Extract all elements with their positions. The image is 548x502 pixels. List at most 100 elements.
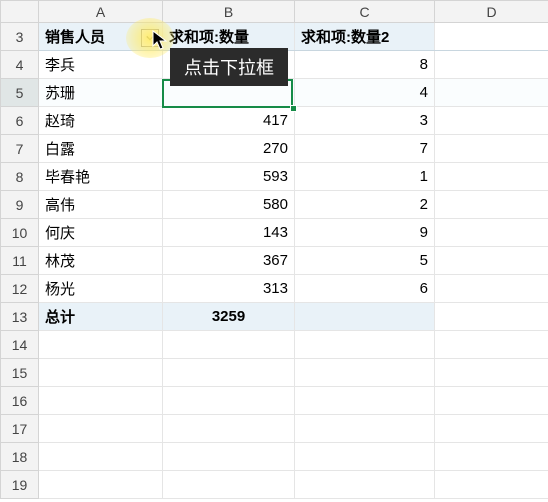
cell[interactable] <box>295 359 435 387</box>
corner-cell[interactable] <box>1 1 39 23</box>
cell-name[interactable]: 毕春艳 <box>39 163 163 191</box>
total-qty[interactable]: 3259 <box>163 303 295 331</box>
cell[interactable] <box>163 359 295 387</box>
cell[interactable] <box>39 359 163 387</box>
cell[interactable] <box>163 387 295 415</box>
cell[interactable] <box>435 247 548 275</box>
cell[interactable] <box>435 135 548 163</box>
cell-qty2[interactable]: 4 <box>295 79 435 107</box>
row-header[interactable]: 7 <box>1 135 39 163</box>
cell[interactable] <box>163 415 295 443</box>
table-row: 6 赵琦 417 3 <box>1 107 548 135</box>
cell[interactable] <box>295 415 435 443</box>
cell[interactable] <box>435 443 548 471</box>
cell-name[interactable]: 何庆 <box>39 219 163 247</box>
cell-name[interactable]: 李兵 <box>39 51 163 79</box>
cell-qty[interactable]: 580 <box>163 191 295 219</box>
table-row: 19 <box>1 471 548 499</box>
fill-handle[interactable] <box>290 105 297 112</box>
cell[interactable] <box>163 443 295 471</box>
row-header[interactable]: 4 <box>1 51 39 79</box>
cell-name[interactable]: 林茂 <box>39 247 163 275</box>
cell[interactable] <box>39 415 163 443</box>
cell-qty[interactable]: 143 <box>163 219 295 247</box>
row-header[interactable]: 15 <box>1 359 39 387</box>
col-header-d[interactable]: D <box>435 1 548 23</box>
cell-qty[interactable]: 593 <box>163 163 295 191</box>
total-qty2[interactable] <box>295 303 435 331</box>
row-header[interactable]: 6 <box>1 107 39 135</box>
row-header[interactable]: 5 <box>1 79 39 107</box>
row-header[interactable]: 3 <box>1 23 39 51</box>
cell[interactable] <box>435 79 548 107</box>
cell-name[interactable]: 杨光 <box>39 275 163 303</box>
cell-qty2[interactable]: 1 <box>295 163 435 191</box>
table-row: 11 林茂 367 5 <box>1 247 548 275</box>
cell[interactable] <box>39 471 163 499</box>
table-row: 10 何庆 143 9 <box>1 219 548 247</box>
table-row: 16 <box>1 387 548 415</box>
table-row: 15 <box>1 359 548 387</box>
cell-name[interactable]: 高伟 <box>39 191 163 219</box>
filter-dropdown-button[interactable] <box>141 29 159 47</box>
col-header-b[interactable]: B <box>163 1 295 23</box>
cell[interactable] <box>435 163 548 191</box>
col-header-c[interactable]: C <box>295 1 435 23</box>
total-label[interactable]: 总计 <box>39 303 163 331</box>
cell-qty[interactable]: 417 <box>163 107 295 135</box>
cell-qty[interactable]: 270 <box>163 135 295 163</box>
row-header[interactable]: 18 <box>1 443 39 471</box>
header-sum-qty[interactable]: 求和项:数量 <box>163 23 295 51</box>
table-row: 8 毕春艳 593 1 <box>1 163 548 191</box>
row-header[interactable]: 9 <box>1 191 39 219</box>
cell[interactable] <box>295 443 435 471</box>
cell[interactable] <box>435 51 548 79</box>
col-header-a[interactable]: A <box>39 1 163 23</box>
cell[interactable] <box>435 387 548 415</box>
row-header[interactable]: 14 <box>1 331 39 359</box>
header-sum-qty2[interactable]: 求和项:数量2 <box>295 23 435 51</box>
cell-qty2[interactable]: 9 <box>295 219 435 247</box>
table-header-row: 3 销售人员 求和项:数量 求和项:数量2 <box>1 23 548 51</box>
cell[interactable] <box>295 387 435 415</box>
table-row: 14 <box>1 331 548 359</box>
cell[interactable] <box>39 387 163 415</box>
row-header[interactable]: 17 <box>1 415 39 443</box>
cell-qty2[interactable]: 3 <box>295 107 435 135</box>
cell-name[interactable]: 苏珊 <box>39 79 163 107</box>
cell[interactable] <box>39 331 163 359</box>
cell[interactable] <box>435 415 548 443</box>
cell[interactable] <box>39 443 163 471</box>
row-header[interactable]: 11 <box>1 247 39 275</box>
row-header[interactable]: 16 <box>1 387 39 415</box>
row-header[interactable]: 13 <box>1 303 39 331</box>
cell-qty2[interactable]: 2 <box>295 191 435 219</box>
chevron-down-icon <box>146 34 154 42</box>
cell[interactable] <box>163 331 295 359</box>
table-row: 18 <box>1 443 548 471</box>
cell-name[interactable]: 赵琦 <box>39 107 163 135</box>
cell[interactable] <box>163 471 295 499</box>
row-header[interactable]: 10 <box>1 219 39 247</box>
cell-qty2[interactable]: 8 <box>295 51 435 79</box>
cell[interactable] <box>435 331 548 359</box>
cell[interactable] <box>435 303 548 331</box>
cell-name[interactable]: 白露 <box>39 135 163 163</box>
cell[interactable] <box>435 359 548 387</box>
cell-qty2[interactable]: 7 <box>295 135 435 163</box>
cell[interactable] <box>435 275 548 303</box>
cell-qty[interactable]: 367 <box>163 247 295 275</box>
row-header[interactable]: 12 <box>1 275 39 303</box>
cell[interactable] <box>435 191 548 219</box>
cell[interactable] <box>435 23 548 51</box>
cell-qty2[interactable]: 5 <box>295 247 435 275</box>
cell[interactable] <box>295 471 435 499</box>
cell[interactable] <box>295 331 435 359</box>
cell[interactable] <box>435 107 548 135</box>
cell-qty[interactable]: 313 <box>163 275 295 303</box>
row-header[interactable]: 19 <box>1 471 39 499</box>
cell[interactable] <box>435 219 548 247</box>
cell[interactable] <box>435 471 548 499</box>
cell-qty2[interactable]: 6 <box>295 275 435 303</box>
row-header[interactable]: 8 <box>1 163 39 191</box>
